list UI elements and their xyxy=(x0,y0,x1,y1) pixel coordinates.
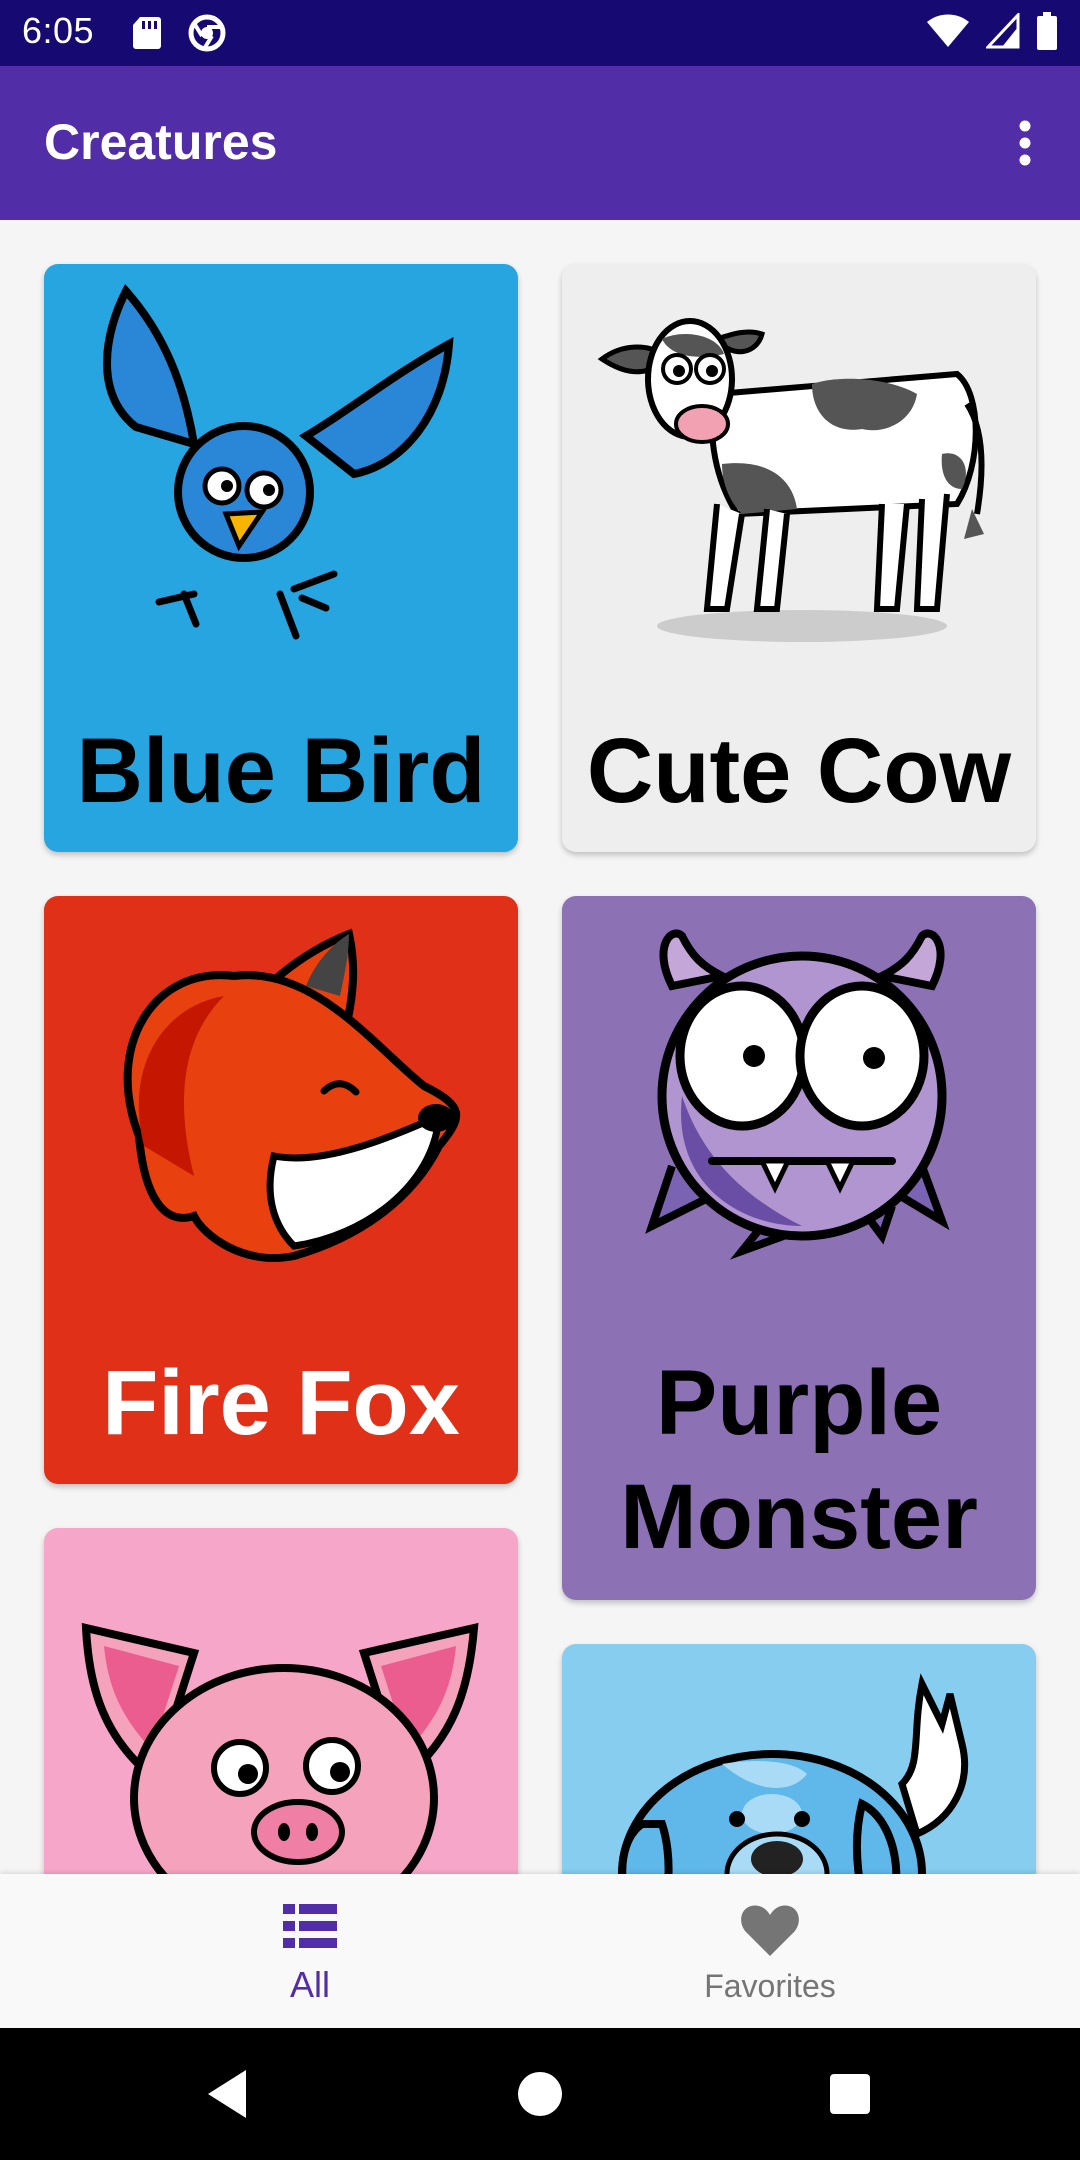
wifi-icon xyxy=(926,13,970,54)
recents-icon[interactable] xyxy=(820,2064,880,2124)
nav-item-all[interactable]: All xyxy=(40,1874,580,2028)
monster-illustration xyxy=(645,929,950,1260)
status-bar: 6:05 xyxy=(0,0,1080,66)
dog-illustration xyxy=(618,1673,969,1874)
creature-card-title: Purple Monster xyxy=(620,1352,978,1568)
app-title: Creatures xyxy=(44,114,278,170)
grid-column-left: Blue Bird Fire Fox xyxy=(44,264,518,1874)
nav-label-all: All xyxy=(289,1964,330,2005)
heart-icon xyxy=(741,1905,799,1956)
bottom-navigation: All Favorites xyxy=(0,1874,1080,2028)
creature-card-purple-monster[interactable]: Purple Monster xyxy=(562,896,1036,1600)
chrome-icon xyxy=(188,14,226,57)
fox-illustration xyxy=(123,928,461,1262)
creature-card-cute-cow[interactable]: Cute Cow xyxy=(562,264,1036,852)
creature-card-dog[interactable] xyxy=(562,1644,1036,1874)
app-bar: Creatures xyxy=(0,66,1080,220)
battery-icon xyxy=(1036,12,1058,55)
status-time: 6:05 xyxy=(22,10,95,51)
creature-card-fire-fox[interactable]: Fire Fox xyxy=(44,896,518,1484)
more-vert-icon[interactable] xyxy=(1000,118,1050,168)
nav-label-favorites: Favorites xyxy=(704,1968,836,2004)
status-icons xyxy=(926,11,1058,55)
pig-illustration xyxy=(81,1622,479,1874)
sd-card-icon xyxy=(132,15,162,56)
home-icon[interactable] xyxy=(510,2064,570,2124)
cow-illustration xyxy=(597,318,985,642)
back-icon[interactable] xyxy=(200,2064,260,2124)
signal-icon xyxy=(984,11,1020,54)
creature-card-title: Fire Fox xyxy=(102,1352,460,1454)
creature-card-title: Blue Bird xyxy=(76,720,486,822)
creature-card-blue-bird[interactable]: Blue Bird xyxy=(44,264,518,852)
nav-item-favorites[interactable]: Favorites xyxy=(500,1874,1040,2028)
blue-bird-illustration xyxy=(103,283,454,640)
creature-card-title: Cute Cow xyxy=(586,720,1012,822)
system-navigation-bar xyxy=(0,2028,1080,2160)
list-icon xyxy=(283,1904,337,1948)
grid-column-right: Cute Cow Purple Monster xyxy=(562,264,1036,1874)
creature-card-pig[interactable] xyxy=(44,1528,518,1874)
creature-grid: Blue Bird Fire Fox Cute Cow Purple Monst… xyxy=(0,220,1080,1874)
